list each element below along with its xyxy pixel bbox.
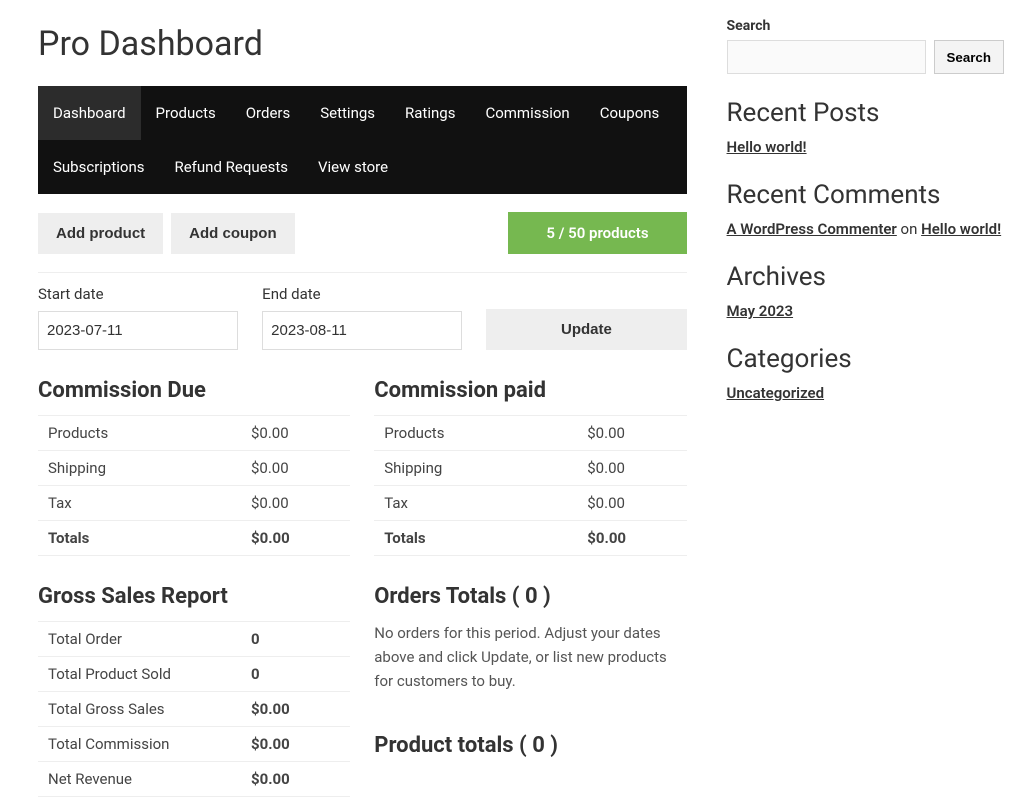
row-value: $0.00 — [241, 416, 350, 451]
recent-comment-item: A WordPress Commenter on Hello world! — [727, 220, 1004, 238]
table-row: Net Revenue$0.00 — [38, 762, 350, 797]
row-label: Products — [374, 416, 577, 451]
end-date-input[interactable] — [262, 311, 462, 350]
table-row: Shipping$0.00 — [38, 451, 350, 486]
search-label: Search — [727, 18, 1004, 34]
recent-posts-heading: Recent Posts — [727, 98, 1004, 128]
toolbar: Add product Add coupon 5 / 50 products — [38, 212, 687, 254]
row-label: Shipping — [374, 451, 577, 486]
table-row: Total Order0 — [38, 622, 350, 657]
row-value: $0.00 — [577, 451, 686, 486]
row-value: $0.00 — [241, 727, 350, 762]
start-date-input[interactable] — [38, 311, 238, 350]
table-row: Total Product Sold0 — [38, 657, 350, 692]
comment-author-link[interactable]: A WordPress Commenter — [727, 220, 897, 238]
table-row: Total Commission$0.00 — [38, 727, 350, 762]
commission-paid-heading: Commission paid — [374, 378, 686, 403]
row-value: $0.00 — [577, 486, 686, 521]
table-row-total: Totals$0.00 — [38, 521, 350, 556]
nav-tab-orders[interactable]: Orders — [231, 86, 306, 140]
table-row: Shipping$0.00 — [374, 451, 686, 486]
gross-sales-table: Total Order0Total Product Sold0Total Gro… — [38, 621, 350, 797]
end-date-label: End date — [262, 285, 462, 303]
product-totals-heading: Product totals ( 0 ) — [374, 733, 686, 758]
row-value: $0.00 — [241, 451, 350, 486]
divider — [38, 272, 687, 273]
row-label: Tax — [374, 486, 577, 521]
nav-tab-view-store[interactable]: View store — [303, 140, 403, 194]
row-label: Total Commission — [38, 727, 241, 762]
archive-link[interactable]: May 2023 — [727, 302, 794, 320]
row-label: Total Gross Sales — [38, 692, 241, 727]
nav-tab-products[interactable]: Products — [141, 86, 231, 140]
orders-empty-text: No orders for this period. Adjust your d… — [374, 621, 686, 693]
gross-sales-heading: Gross Sales Report — [38, 584, 350, 609]
search-button[interactable]: Search — [934, 40, 1004, 74]
start-date-label: Start date — [38, 285, 238, 303]
row-label: Total Product Sold — [38, 657, 241, 692]
row-value: 0 — [241, 657, 350, 692]
nav-tab-settings[interactable]: Settings — [305, 86, 390, 140]
row-value: 0 — [241, 622, 350, 657]
row-value: $0.00 — [577, 416, 686, 451]
comment-post-link[interactable]: Hello world! — [921, 220, 1001, 238]
nav-tab-commission[interactable]: Commission — [470, 86, 584, 140]
nav-tab-ratings[interactable]: Ratings — [390, 86, 470, 140]
add-product-button[interactable]: Add product — [38, 213, 163, 254]
nav-tab-subscriptions[interactable]: Subscriptions — [38, 140, 159, 194]
row-label: Products — [38, 416, 241, 451]
search-input[interactable] — [727, 40, 926, 74]
update-button[interactable]: Update — [486, 309, 686, 350]
nav-tab-dashboard[interactable]: Dashboard — [38, 86, 141, 140]
page-title: Pro Dashboard — [38, 24, 687, 64]
nav-tab-coupons[interactable]: Coupons — [585, 86, 675, 140]
product-count-badge: 5 / 50 products — [508, 212, 686, 254]
table-row: Tax$0.00 — [374, 486, 686, 521]
row-label: Net Revenue — [38, 762, 241, 797]
table-row-total: Totals$0.00 — [374, 521, 686, 556]
commission-paid-table: Products$0.00Shipping$0.00Tax$0.00Totals… — [374, 415, 686, 556]
row-label: Tax — [38, 486, 241, 521]
main-nav: DashboardProductsOrdersSettingsRatingsCo… — [38, 86, 687, 194]
add-coupon-button[interactable]: Add coupon — [171, 213, 294, 254]
recent-post-link[interactable]: Hello world! — [727, 138, 807, 156]
row-label: Shipping — [38, 451, 241, 486]
commission-due-table: Products$0.00Shipping$0.00Tax$0.00Totals… — [38, 415, 350, 556]
archives-heading: Archives — [727, 262, 1004, 292]
category-link[interactable]: Uncategorized — [727, 384, 825, 402]
row-value: $0.00 — [241, 486, 350, 521]
table-row: Products$0.00 — [374, 416, 686, 451]
row-value: $0.00 — [241, 762, 350, 797]
nav-tab-refund-requests[interactable]: Refund Requests — [159, 140, 302, 194]
recent-comments-heading: Recent Comments — [727, 180, 1004, 210]
table-row: Tax$0.00 — [38, 486, 350, 521]
table-row: Products$0.00 — [38, 416, 350, 451]
orders-totals-heading: Orders Totals ( 0 ) — [374, 584, 686, 609]
commission-due-heading: Commission Due — [38, 378, 350, 403]
table-row: Total Gross Sales$0.00 — [38, 692, 350, 727]
row-label: Total Order — [38, 622, 241, 657]
categories-heading: Categories — [727, 344, 1004, 374]
row-value: $0.00 — [241, 692, 350, 727]
